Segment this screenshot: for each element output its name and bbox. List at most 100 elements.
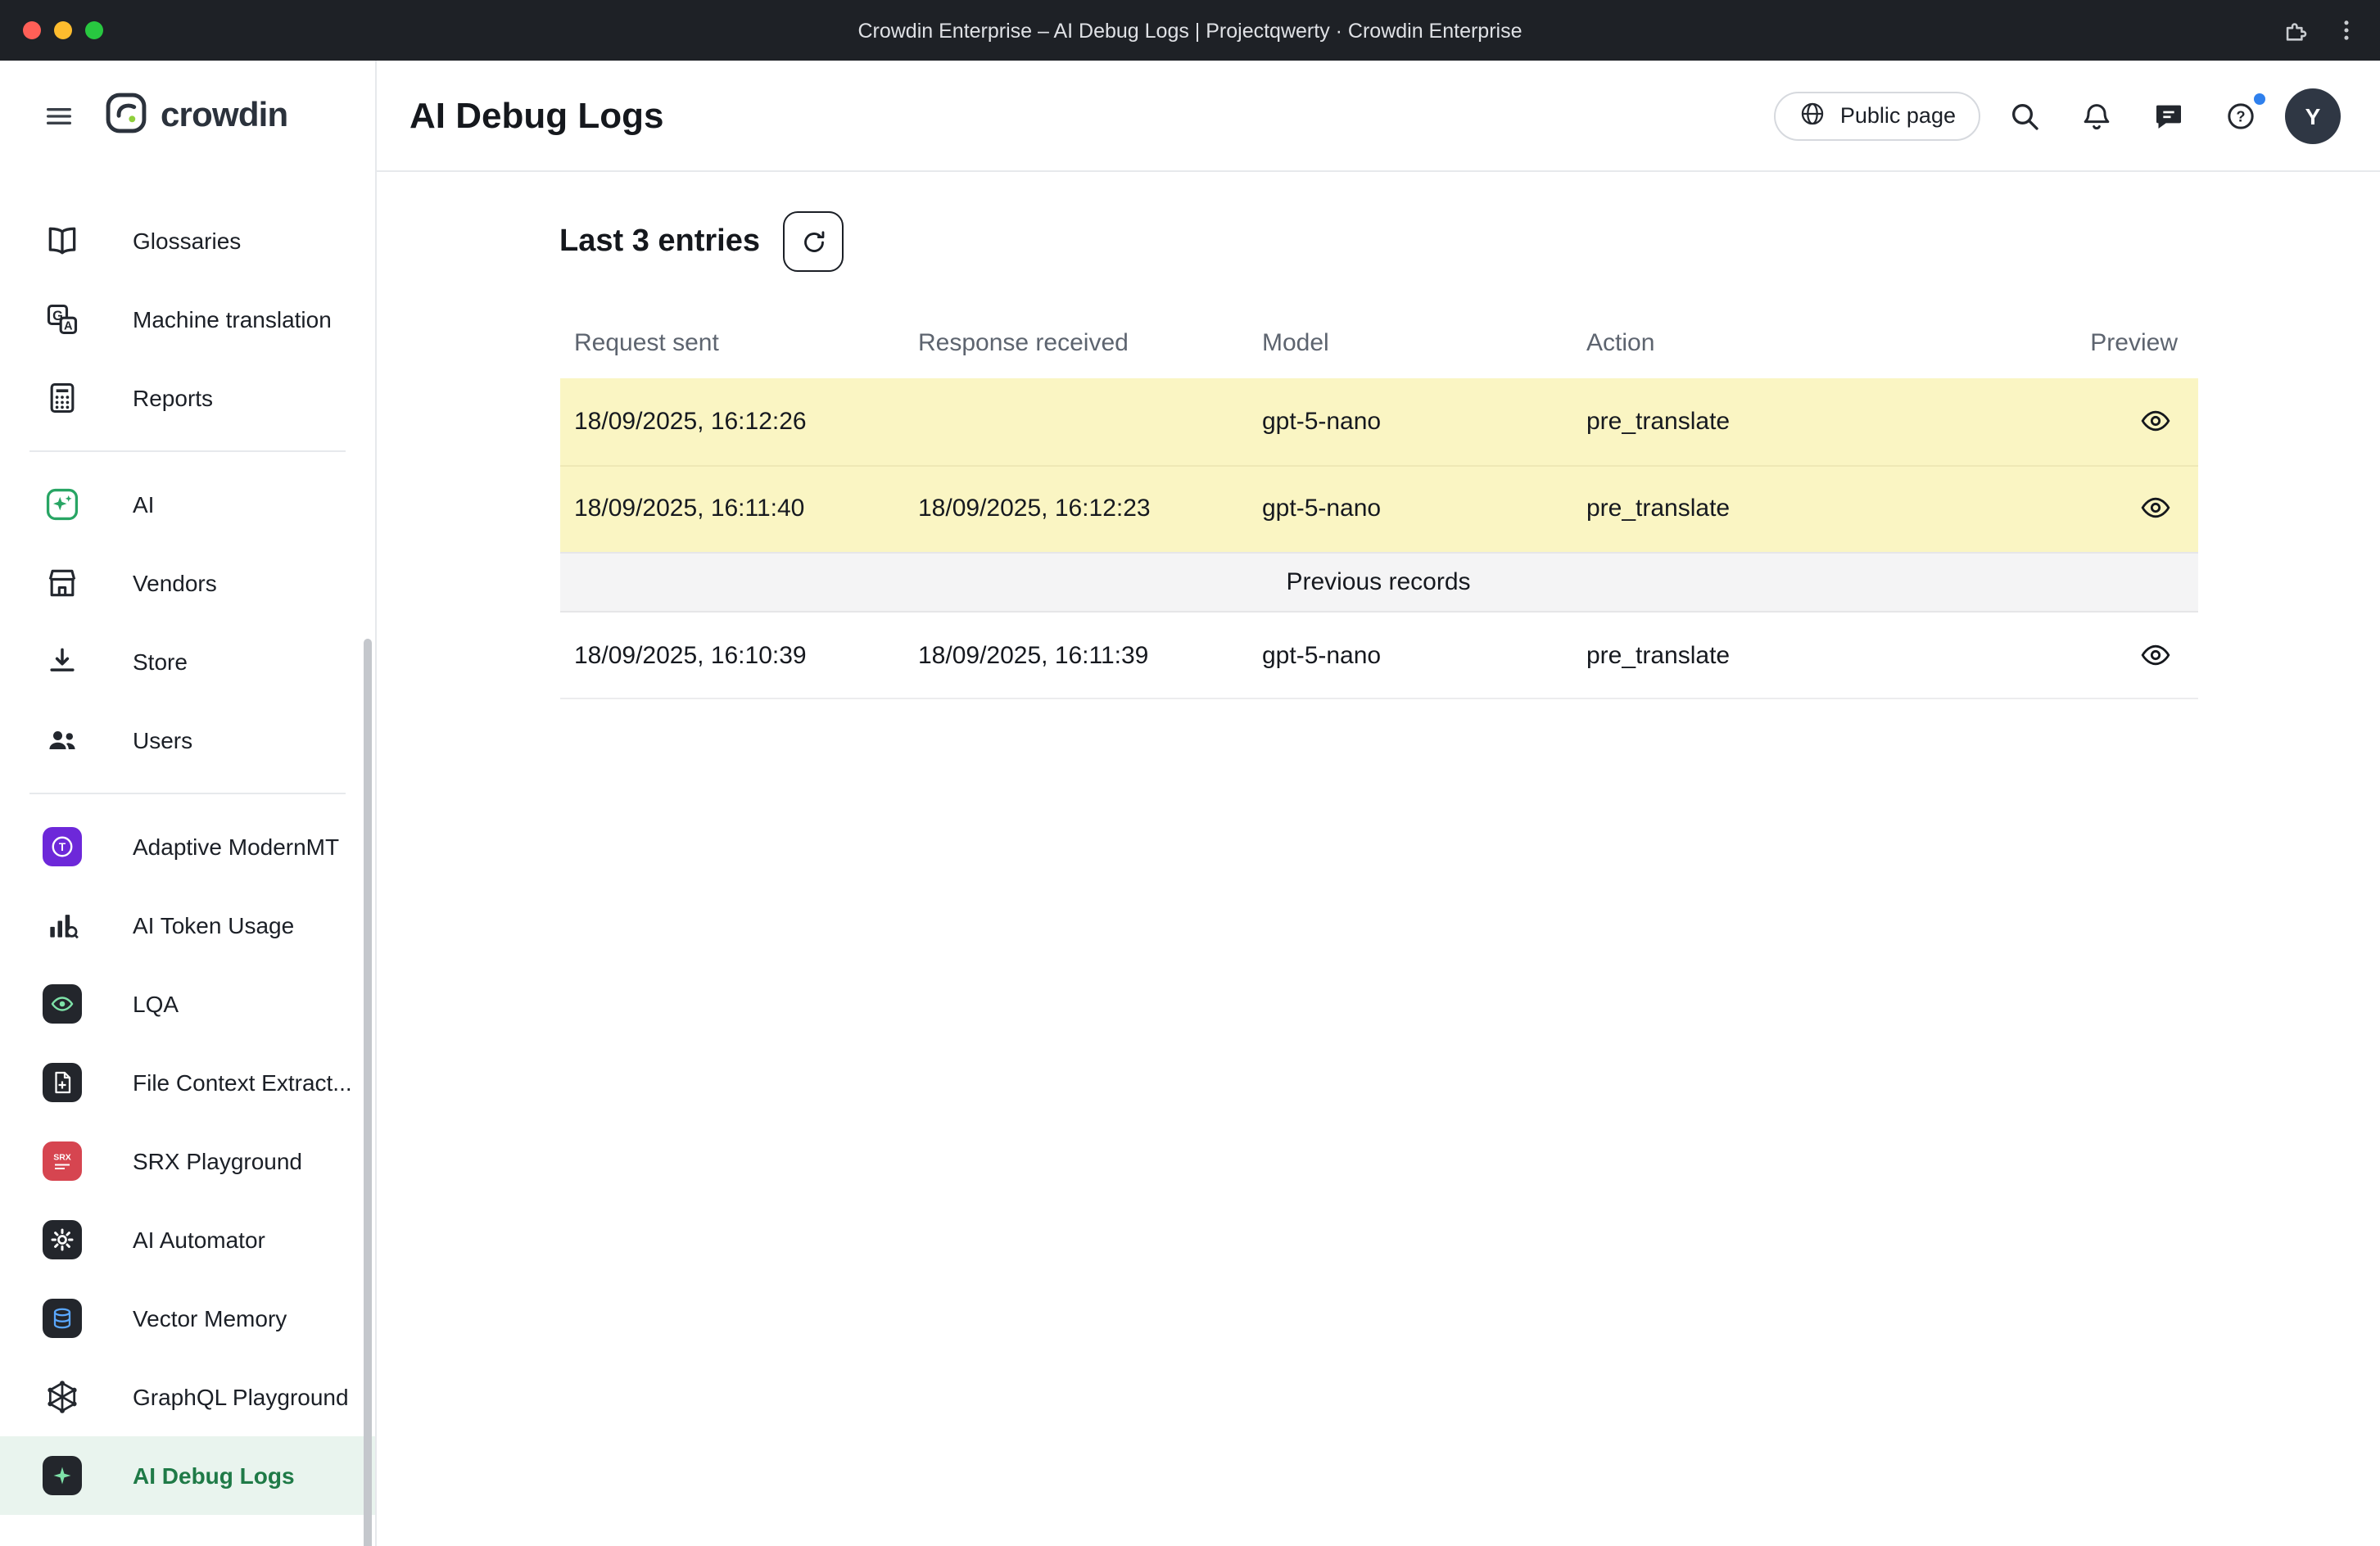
- action-cell: pre_translate: [1586, 407, 2078, 435]
- sidebar-item-reports[interactable]: Reports: [0, 359, 375, 437]
- page-title: AI Debug Logs: [409, 94, 663, 137]
- sidebar-item-glossaries[interactable]: Glossaries: [0, 201, 375, 280]
- sidebar: crowdin Glossaries G: [0, 61, 377, 1546]
- sidebar-item-label: AI: [133, 491, 154, 518]
- storefront-icon: [43, 563, 82, 603]
- response-received-cell: 18/09/2025, 16:11:39: [918, 641, 1262, 669]
- menu-icon[interactable]: [43, 100, 75, 133]
- action-cell: pre_translate: [1586, 494, 2078, 522]
- sidebar-item-label: LQA: [133, 991, 179, 1017]
- browser-window: Crowdin Enterprise – AI Debug Logs | Pro…: [0, 0, 2380, 1546]
- sidebar-item-vector-memory[interactable]: Vector Memory: [0, 1279, 375, 1358]
- globe-icon: [1799, 99, 1827, 132]
- column-header-action: Action: [1586, 329, 2078, 357]
- crowdin-wordmark: crowdin: [161, 97, 287, 136]
- refresh-button[interactable]: [783, 212, 844, 273]
- entries-title: Last 3 entries: [559, 224, 760, 260]
- token-usage-chart-icon: [43, 906, 82, 945]
- notifications-bell-icon[interactable]: [2069, 88, 2124, 143]
- svg-text:A: A: [64, 319, 73, 332]
- table-row: 18/09/2025, 16:10:39 18/09/2025, 16:11:3…: [559, 612, 2197, 698]
- browser-tab-title: Crowdin Enterprise – AI Debug Logs | Pro…: [0, 19, 2380, 42]
- sidebar-item-label: AI Automator: [133, 1227, 265, 1253]
- action-cell: pre_translate: [1586, 641, 2078, 669]
- request-sent-cell: 18/09/2025, 16:11:40: [574, 494, 918, 522]
- response-received-cell: 18/09/2025, 16:12:23: [918, 494, 1262, 522]
- svg-text:SRX: SRX: [53, 1153, 71, 1163]
- sidebar-item-file-context-extractor[interactable]: File Context Extract...: [0, 1043, 375, 1122]
- column-header-preview: Preview: [2078, 329, 2197, 357]
- sidebar-item-label: AI Debug Logs: [133, 1462, 295, 1489]
- sidebar-item-ai[interactable]: AI: [0, 465, 375, 544]
- user-avatar[interactable]: Y: [2285, 88, 2341, 143]
- sidebar-item-users[interactable]: Users: [0, 701, 375, 780]
- search-icon[interactable]: [1997, 88, 2052, 143]
- app-header: AI Debug Logs Public page: [377, 61, 2380, 172]
- ai-automator-gear-icon: [43, 1220, 82, 1259]
- browser-menu-icon[interactable]: [2332, 16, 2360, 44]
- crowdin-logo[interactable]: crowdin: [105, 91, 287, 142]
- debug-logs-table: Request sent Response received Model Act…: [559, 309, 2197, 698]
- sidebar-divider: [29, 793, 346, 794]
- sidebar-item-ai-automator[interactable]: AI Automator: [0, 1200, 375, 1279]
- lqa-icon: [43, 984, 82, 1024]
- browser-titlebar: Crowdin Enterprise – AI Debug Logs | Pro…: [0, 0, 2380, 61]
- public-page-label: Public page: [1840, 103, 1956, 128]
- table-row: 18/09/2025, 16:12:26 gpt-5-nano pre_tran…: [559, 377, 2197, 464]
- table-row: 18/09/2025, 16:11:40 18/09/2025, 16:12:2…: [559, 464, 2197, 551]
- sidebar-item-store[interactable]: Store: [0, 622, 375, 701]
- model-cell: gpt-5-nano: [1262, 641, 1586, 669]
- sidebar-item-label: Vendors: [133, 570, 217, 596]
- sidebar-item-srx-playground[interactable]: SRX SRX Playground: [0, 1122, 375, 1200]
- srx-playground-icon: SRX: [43, 1141, 82, 1181]
- table-header-row: Request sent Response received Model Act…: [559, 309, 2197, 377]
- sidebar-item-label: AI Token Usage: [133, 912, 294, 938]
- help-icon[interactable]: ?: [2213, 88, 2269, 143]
- request-sent-cell: 18/09/2025, 16:10:39: [574, 641, 918, 669]
- glossaries-icon: [43, 221, 82, 260]
- sidebar-item-label: Vector Memory: [133, 1305, 287, 1331]
- model-cell: gpt-5-nano: [1262, 407, 1586, 435]
- sidebar-item-label: Users: [133, 727, 192, 753]
- sidebar-item-label: Machine translation: [133, 306, 332, 332]
- crowdin-logo-icon: [105, 91, 147, 142]
- minimize-window-button[interactable]: [54, 21, 72, 39]
- sidebar-item-ai-debug-logs[interactable]: AI Debug Logs: [0, 1436, 375, 1515]
- preview-eye-icon[interactable]: [2132, 485, 2178, 531]
- extensions-icon[interactable]: [2282, 16, 2310, 44]
- graphql-icon: [43, 1377, 82, 1417]
- sidebar-item-label: Store: [133, 649, 188, 675]
- download-icon: [43, 642, 82, 681]
- sidebar-item-lqa[interactable]: LQA: [0, 965, 375, 1043]
- messages-chat-icon[interactable]: [2141, 88, 2197, 143]
- sidebar-item-label: SRX Playground: [133, 1148, 302, 1174]
- file-context-icon: [43, 1063, 82, 1102]
- window-controls: [0, 21, 103, 39]
- column-header-request-sent: Request sent: [574, 329, 918, 357]
- zoom-window-button[interactable]: [85, 21, 103, 39]
- ai-icon: [43, 485, 82, 524]
- column-header-response-received: Response received: [918, 329, 1262, 357]
- sidebar-scrollbar[interactable]: [364, 639, 372, 1546]
- sidebar-item-adaptive-modernmt[interactable]: T Adaptive ModernMT: [0, 807, 375, 886]
- public-page-button[interactable]: Public page: [1775, 91, 1980, 140]
- users-icon: [43, 721, 82, 760]
- model-cell: gpt-5-nano: [1262, 494, 1586, 522]
- request-sent-cell: 18/09/2025, 16:12:26: [574, 407, 918, 435]
- preview-eye-icon[interactable]: [2132, 632, 2178, 678]
- sidebar-item-ai-token-usage[interactable]: AI Token Usage: [0, 886, 375, 965]
- content-area: Last 3 entries Request sent Response rec…: [377, 172, 2380, 1546]
- preview-eye-icon[interactable]: [2132, 398, 2178, 444]
- sidebar-item-label: File Context Extract...: [133, 1069, 352, 1096]
- close-window-button[interactable]: [23, 21, 41, 39]
- ai-debug-logs-icon: [43, 1456, 82, 1495]
- previous-records-row[interactable]: Previous records: [559, 551, 2197, 612]
- sidebar-item-graphql-playground[interactable]: GraphQL Playground: [0, 1358, 375, 1436]
- sidebar-item-label: Glossaries: [133, 228, 241, 254]
- sidebar-item-machine-translation[interactable]: G A Machine translation: [0, 280, 375, 359]
- svg-text:?: ?: [2236, 107, 2245, 124]
- sidebar-divider: [29, 450, 346, 452]
- svg-text:T: T: [59, 841, 66, 853]
- main-panel: AI Debug Logs Public page: [377, 61, 2380, 1546]
- sidebar-item-vendors[interactable]: Vendors: [0, 544, 375, 622]
